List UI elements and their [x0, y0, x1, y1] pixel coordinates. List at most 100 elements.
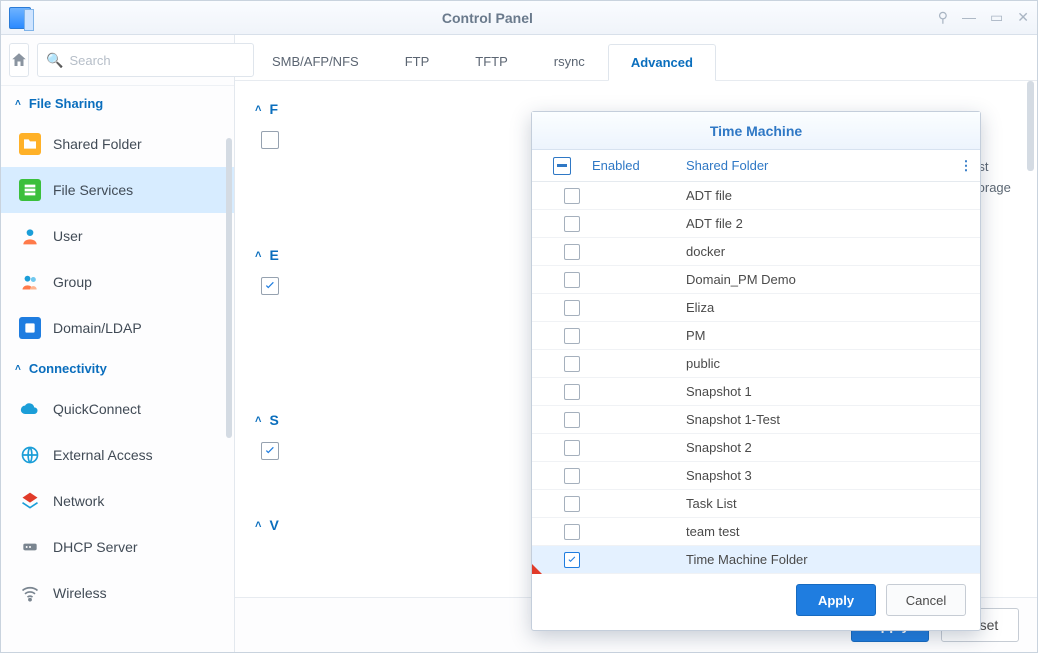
sidebar-item-label: Wireless [53, 585, 107, 601]
scrollbar-thumb[interactable] [226, 138, 232, 438]
row-folder-name: Snapshot 3 [682, 468, 980, 483]
services-icon [19, 179, 41, 201]
row-folder-name: ADT file [682, 188, 980, 203]
table-row[interactable]: Task List [532, 490, 980, 518]
dialog-footer: Apply Cancel [532, 574, 980, 630]
table-row[interactable]: PM [532, 322, 980, 350]
sidebar-group-connectivity[interactable]: ˄ Connectivity [1, 351, 234, 386]
dialog-apply-button[interactable]: Apply [796, 584, 876, 616]
row-checkbox[interactable] [564, 440, 580, 456]
sidebar-item-quickconnect[interactable]: QuickConnect [1, 386, 234, 432]
table-row[interactable]: docker [532, 238, 980, 266]
sidebar-item-domain-ldap[interactable]: Domain/LDAP [1, 305, 234, 351]
window-title: Control Panel [37, 10, 938, 26]
sidebar-item-label: User [53, 228, 83, 244]
sidebar-group-file-sharing[interactable]: ˄ File Sharing [1, 86, 234, 121]
sidebar-item-network[interactable]: Network [1, 478, 234, 524]
sidebar-item-label: Domain/LDAP [53, 320, 142, 336]
sidebar-item-label: External Access [53, 447, 153, 463]
modal-overlay: Time Machine Enabled Shared Folder ⋮ ADT… [235, 35, 1037, 652]
group-icon [19, 271, 41, 293]
sidebar-item-label: Shared Folder [53, 136, 142, 152]
dhcp-icon [19, 536, 41, 558]
table-row[interactable]: ADT file 2 [532, 210, 980, 238]
row-folder-name: team test [682, 524, 980, 539]
table-row[interactable]: team test [532, 518, 980, 546]
search-field[interactable]: 🔍 [37, 43, 254, 77]
sidebar-item-dhcp-server[interactable]: DHCP Server [1, 524, 234, 570]
row-folder-name: Snapshot 1 [682, 384, 980, 399]
globe-icon [19, 444, 41, 466]
home-icon [10, 51, 28, 69]
home-button[interactable] [9, 43, 29, 77]
table-row[interactable]: Eliza [532, 294, 980, 322]
folder-icon [19, 133, 41, 155]
folder-table: Enabled Shared Folder ⋮ ADT fileADT file… [532, 150, 980, 574]
main-panel: SMB/AFP/NFS FTP TFTP rsync Advanced ˄ F … [235, 35, 1037, 652]
search-input[interactable] [69, 53, 245, 68]
table-row[interactable]: Snapshot 1-Test [532, 406, 980, 434]
row-checkbox[interactable] [564, 552, 580, 568]
table-row[interactable]: Domain_PM Demo [532, 266, 980, 294]
close-icon[interactable]: ✕ [1017, 9, 1029, 26]
unsaved-indicator-icon [532, 564, 542, 574]
column-enabled[interactable]: Enabled [592, 158, 682, 173]
row-folder-name: Snapshot 2 [682, 440, 980, 455]
control-panel-window: Control Panel ⚲ — ▭ ✕ 🔍 [0, 0, 1038, 653]
row-checkbox[interactable] [564, 356, 580, 372]
row-checkbox[interactable] [564, 300, 580, 316]
row-folder-name: Snapshot 1-Test [682, 412, 980, 427]
table-header: Enabled Shared Folder ⋮ [532, 150, 980, 182]
row-checkbox[interactable] [564, 468, 580, 484]
row-checkbox[interactable] [564, 216, 580, 232]
row-folder-name: docker [682, 244, 980, 259]
row-checkbox[interactable] [564, 244, 580, 260]
row-checkbox[interactable] [564, 272, 580, 288]
sidebar-item-group[interactable]: Group [1, 259, 234, 305]
network-icon [19, 490, 41, 512]
chevron-up-icon: ˄ [15, 98, 21, 109]
search-icon: 🔍 [46, 52, 63, 69]
time-machine-dialog: Time Machine Enabled Shared Folder ⋮ ADT… [531, 111, 981, 631]
sidebar-item-label: DHCP Server [53, 539, 138, 555]
sidebar-scroll: ˄ File Sharing Shared Folder File Servic… [1, 86, 234, 652]
table-row[interactable]: public [532, 350, 980, 378]
minimize-icon[interactable]: — [962, 9, 976, 26]
dialog-cancel-button[interactable]: Cancel [886, 584, 966, 616]
sidebar-item-shared-folder[interactable]: Shared Folder [1, 121, 234, 167]
chevron-up-icon: ˄ [15, 363, 21, 374]
user-icon [19, 225, 41, 247]
sidebar: 🔍 ˄ File Sharing Shared Folder [1, 35, 235, 652]
table-row[interactable]: Snapshot 2 [532, 434, 980, 462]
maximize-icon[interactable]: ▭ [990, 9, 1003, 26]
row-checkbox[interactable] [564, 328, 580, 344]
pin-icon[interactable]: ⚲ [938, 9, 948, 26]
column-shared-folder[interactable]: Shared Folder [682, 158, 952, 173]
row-checkbox[interactable] [564, 412, 580, 428]
sidebar-item-label: File Services [53, 182, 133, 198]
titlebar: Control Panel ⚲ — ▭ ✕ [1, 1, 1037, 35]
sidebar-item-external-access[interactable]: External Access [1, 432, 234, 478]
sidebar-item-wireless[interactable]: Wireless [1, 570, 234, 616]
sidebar-item-file-services[interactable]: File Services [1, 167, 234, 213]
column-options-icon[interactable]: ⋮ [952, 158, 980, 174]
row-folder-name: PM [682, 328, 980, 343]
select-all-checkbox-indeterminate[interactable] [553, 157, 571, 175]
table-row[interactable]: Time Machine Folder [532, 546, 980, 574]
row-checkbox[interactable] [564, 524, 580, 540]
row-folder-name: public [682, 356, 980, 371]
table-body: ADT file ADT file 2 docker Domain_PM DemoEl… [532, 182, 980, 574]
row-checkbox[interactable] [564, 384, 580, 400]
row-folder-name: Task List [682, 496, 980, 511]
ldap-icon [19, 317, 41, 339]
table-row[interactable]: Snapshot 1 [532, 378, 980, 406]
table-row[interactable]: ADT file [532, 182, 980, 210]
cloud-icon [19, 398, 41, 420]
row-checkbox[interactable] [564, 188, 580, 204]
sidebar-item-label: Group [53, 274, 92, 290]
sidebar-group-label: Connectivity [29, 361, 107, 376]
row-checkbox[interactable] [564, 496, 580, 512]
sidebar-item-user[interactable]: User [1, 213, 234, 259]
table-row[interactable]: Snapshot 3 [532, 462, 980, 490]
app-icon [9, 7, 31, 29]
